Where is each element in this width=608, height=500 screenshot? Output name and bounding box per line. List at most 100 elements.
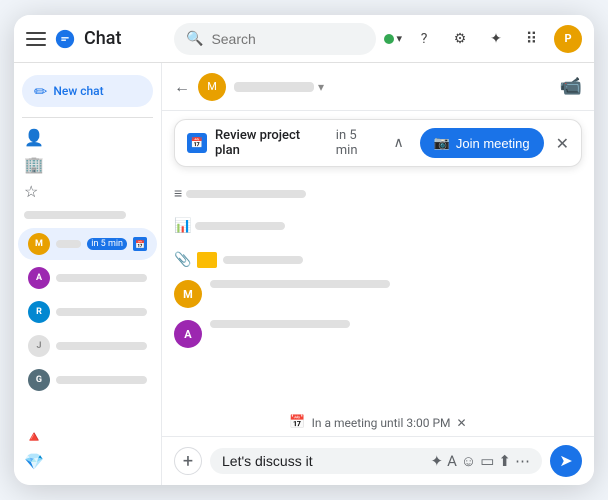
- expand-icon[interactable]: ∧: [393, 135, 403, 151]
- chat-name-placeholder: [234, 82, 314, 92]
- sidebar-item-icon1[interactable]: 👤: [14, 124, 161, 151]
- new-chat-button[interactable]: ✏ New chat: [22, 75, 153, 107]
- new-chat-icon: ✏: [34, 82, 47, 101]
- sparkle-button[interactable]: ✦: [482, 25, 510, 53]
- main-content: ✏ New chat 👤 🏢 ☆ M in 5 min: [14, 63, 594, 485]
- message-row-2: A: [174, 320, 582, 348]
- status-indicator: [384, 34, 394, 44]
- building-icon: 🏢: [24, 155, 44, 174]
- video-call-button[interactable]: 📹: [560, 76, 582, 97]
- format-icon[interactable]: ✦: [431, 452, 444, 470]
- message-toolbar2: 📊: [174, 216, 582, 236]
- dm3-avatar: R: [28, 301, 50, 323]
- dm2-name: [56, 274, 147, 282]
- new-chat-label: New chat: [53, 84, 103, 98]
- list-icon: ≡: [174, 185, 182, 202]
- camera-icon: 📷: [434, 135, 450, 151]
- text-format-icon[interactable]: A: [447, 452, 457, 470]
- back-button[interactable]: ←: [174, 77, 190, 97]
- app-window: Chat 🔍 ▾ ? ⚙ ✦ ⠿ P: [14, 15, 594, 485]
- attachment-line: [223, 256, 303, 264]
- search-icon: 🔍: [186, 31, 203, 47]
- app-title: Chat: [84, 28, 121, 49]
- dm3-name: [56, 308, 147, 316]
- top-bar-left: Chat: [26, 28, 166, 50]
- user-avatar[interactable]: P: [554, 25, 582, 53]
- dm1-name: [56, 240, 81, 248]
- add-button[interactable]: +: [174, 447, 202, 475]
- google-meet-icon[interactable]: 💎: [24, 452, 151, 471]
- attachment-row: 📎: [174, 252, 582, 268]
- apps-icon: ⠿: [526, 29, 539, 48]
- msg1-body: [210, 280, 582, 288]
- help-icon: ?: [421, 31, 428, 47]
- emoji-icon[interactable]: ☺: [461, 452, 476, 470]
- chat-avatar: M: [198, 73, 226, 101]
- messages-area: ≡ 📊 📎 M: [162, 175, 594, 409]
- top-bar-right: ▾ ? ⚙ ✦ ⠿ P: [384, 25, 582, 53]
- sidebar-divider: [22, 117, 153, 118]
- dm1-badge: in 5 min: [87, 238, 127, 250]
- chat-area: ← M ▾ 📹 📅 Review project plan in 5 min ∧: [162, 63, 594, 485]
- sidebar-item-dm3[interactable]: R: [18, 296, 157, 328]
- notification-banner: 📅 Review project plan in 5 min ∧ 📷 Join …: [174, 119, 582, 167]
- meeting-status-close[interactable]: ✕: [457, 416, 467, 430]
- message-input-wrap: ✦ A ☺ ▭ ⬆ ⋯: [210, 448, 542, 474]
- msg1-line: [210, 280, 390, 288]
- search-input[interactable]: [211, 31, 364, 47]
- input-toolbar-icons: ✦ A ☺ ▭ ⬆ ⋯: [431, 452, 530, 470]
- dm4-avatar: J: [28, 335, 50, 357]
- msg1-bubble: [210, 280, 582, 288]
- sparkle-icon: ✦: [490, 31, 502, 47]
- notification-time: in 5 min: [336, 128, 382, 158]
- dm2-avatar: A: [28, 267, 50, 289]
- sidebar: ✏ New chat 👤 🏢 ☆ M in 5 min: [14, 63, 162, 485]
- sidebar-item-icon2[interactable]: 🏢: [14, 151, 161, 178]
- chevron-down-icon[interactable]: ▾: [318, 80, 324, 94]
- message-input[interactable]: [222, 453, 425, 469]
- notification-title: Review project plan: [215, 128, 328, 158]
- chat-header: ← M ▾ 📹: [162, 63, 594, 111]
- sidebar-item-icon3[interactable]: ☆: [14, 178, 161, 205]
- msg2-avatar: A: [174, 320, 202, 348]
- message-toolbar: ≡: [174, 183, 582, 204]
- dm5-avatar: G: [28, 369, 50, 391]
- dm4-name: [56, 342, 147, 350]
- upload-icon[interactable]: ⬆: [498, 452, 511, 470]
- sidebar-item-dm5[interactable]: G: [18, 364, 157, 396]
- toolbar-line2: [195, 222, 285, 230]
- more-options-icon[interactable]: ⋯: [515, 452, 530, 470]
- send-icon: ➤: [559, 451, 572, 471]
- dm5-name: [56, 376, 147, 384]
- msg1-avatar: M: [174, 280, 202, 308]
- meeting-status-bar: 📅 In a meeting until 3:00 PM ✕: [162, 409, 594, 436]
- join-meeting-button[interactable]: 📷 Join meeting: [420, 128, 544, 158]
- meeting-status-text: In a meeting until 3:00 PM: [312, 416, 451, 430]
- msg2-bubble: [210, 320, 582, 328]
- dm1-avatar: M: [28, 233, 50, 255]
- search-bar[interactable]: 🔍: [174, 23, 376, 55]
- dm1-calendar-badge: 📅: [133, 237, 147, 251]
- settings-icon: ⚙: [454, 31, 467, 47]
- send-button[interactable]: ➤: [550, 445, 582, 477]
- person-icon: 👤: [24, 128, 44, 147]
- apps-button[interactable]: ⠿: [518, 25, 546, 53]
- sidebar-item-dm1[interactable]: M in 5 min 📅: [18, 228, 157, 260]
- settings-button[interactable]: ⚙: [446, 25, 474, 53]
- top-bar: Chat 🔍 ▾ ? ⚙ ✦ ⠿ P: [14, 15, 594, 63]
- help-button[interactable]: ?: [410, 25, 438, 53]
- meeting-calendar-icon: 📅: [289, 415, 305, 430]
- sidebar-item-dm4[interactable]: J: [18, 330, 157, 362]
- attachment-preview: [197, 252, 217, 268]
- message-row-1: M: [174, 280, 582, 308]
- sidebar-item-dm2[interactable]: A: [18, 262, 157, 294]
- notification-close-button[interactable]: ✕: [556, 134, 569, 153]
- image-icon[interactable]: ▭: [480, 452, 494, 470]
- chat-header-title: ▾: [234, 80, 560, 94]
- msg2-line: [210, 320, 350, 328]
- google-drive-icon[interactable]: 🔺: [24, 427, 151, 446]
- app-logo: [54, 28, 76, 50]
- msg2-body: [210, 320, 582, 328]
- sidebar-bottom-icons: 🔺 💎: [14, 421, 161, 477]
- hamburger-icon[interactable]: [26, 29, 46, 49]
